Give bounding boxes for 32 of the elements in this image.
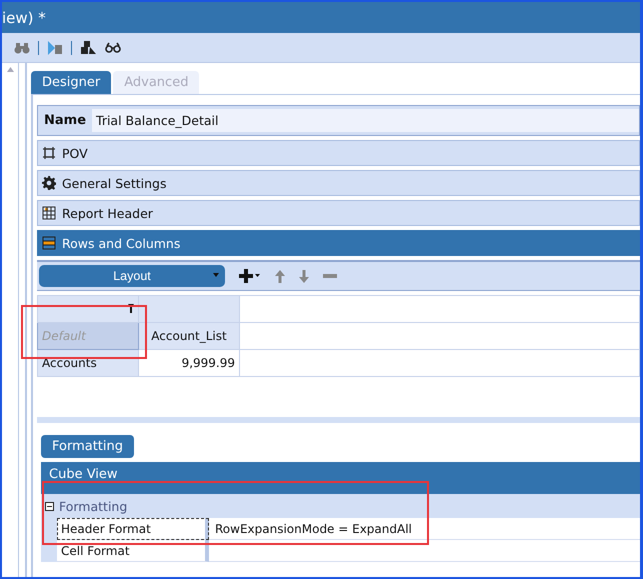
layout-dropdown[interactable]: Layout xyxy=(39,265,225,287)
property-name[interactable]: Cell Format xyxy=(57,540,209,562)
section-header[interactable]: POV xyxy=(37,140,640,166)
column-header: Account_List xyxy=(138,322,240,350)
tab[interactable]: Designer xyxy=(31,71,112,94)
section-header[interactable]: General Settings xyxy=(37,170,640,196)
down-arrow-icon[interactable] xyxy=(299,270,309,282)
cubes-icon[interactable] xyxy=(80,40,97,54)
caret-icon[interactable] xyxy=(213,273,219,277)
name-field[interactable]: Trial Balance_Detail xyxy=(92,109,639,132)
scroll-up-icon[interactable] xyxy=(6,67,14,72)
category-label[interactable]: Formatting xyxy=(59,498,128,514)
up-arrow-icon[interactable] xyxy=(275,270,285,282)
run-icon[interactable] xyxy=(47,40,63,54)
glasses-icon[interactable] xyxy=(105,42,121,54)
property-value[interactable]: RowExpansionMode = ExpandAll xyxy=(215,522,412,536)
section-header[interactable]: Report Header xyxy=(37,200,640,226)
rows-icon xyxy=(42,236,56,250)
table-cell: 9,999.99 xyxy=(138,350,240,376)
add-icon[interactable] xyxy=(239,269,261,283)
section-header[interactable]: Rows and Columns xyxy=(37,230,640,256)
name-label: Name xyxy=(44,113,86,128)
frame-icon xyxy=(42,146,56,160)
panel-title: Cube View xyxy=(49,466,118,482)
binoculars-icon[interactable] xyxy=(14,42,30,54)
filter-icon[interactable] xyxy=(128,304,134,313)
gear-icon xyxy=(42,176,56,190)
property-name[interactable]: Header Format xyxy=(57,518,209,540)
window-title: iew) * xyxy=(2,8,46,26)
formatting-button[interactable]: Formatting xyxy=(41,435,134,458)
collapse-icon[interactable] xyxy=(45,502,54,510)
table-icon xyxy=(42,206,56,220)
